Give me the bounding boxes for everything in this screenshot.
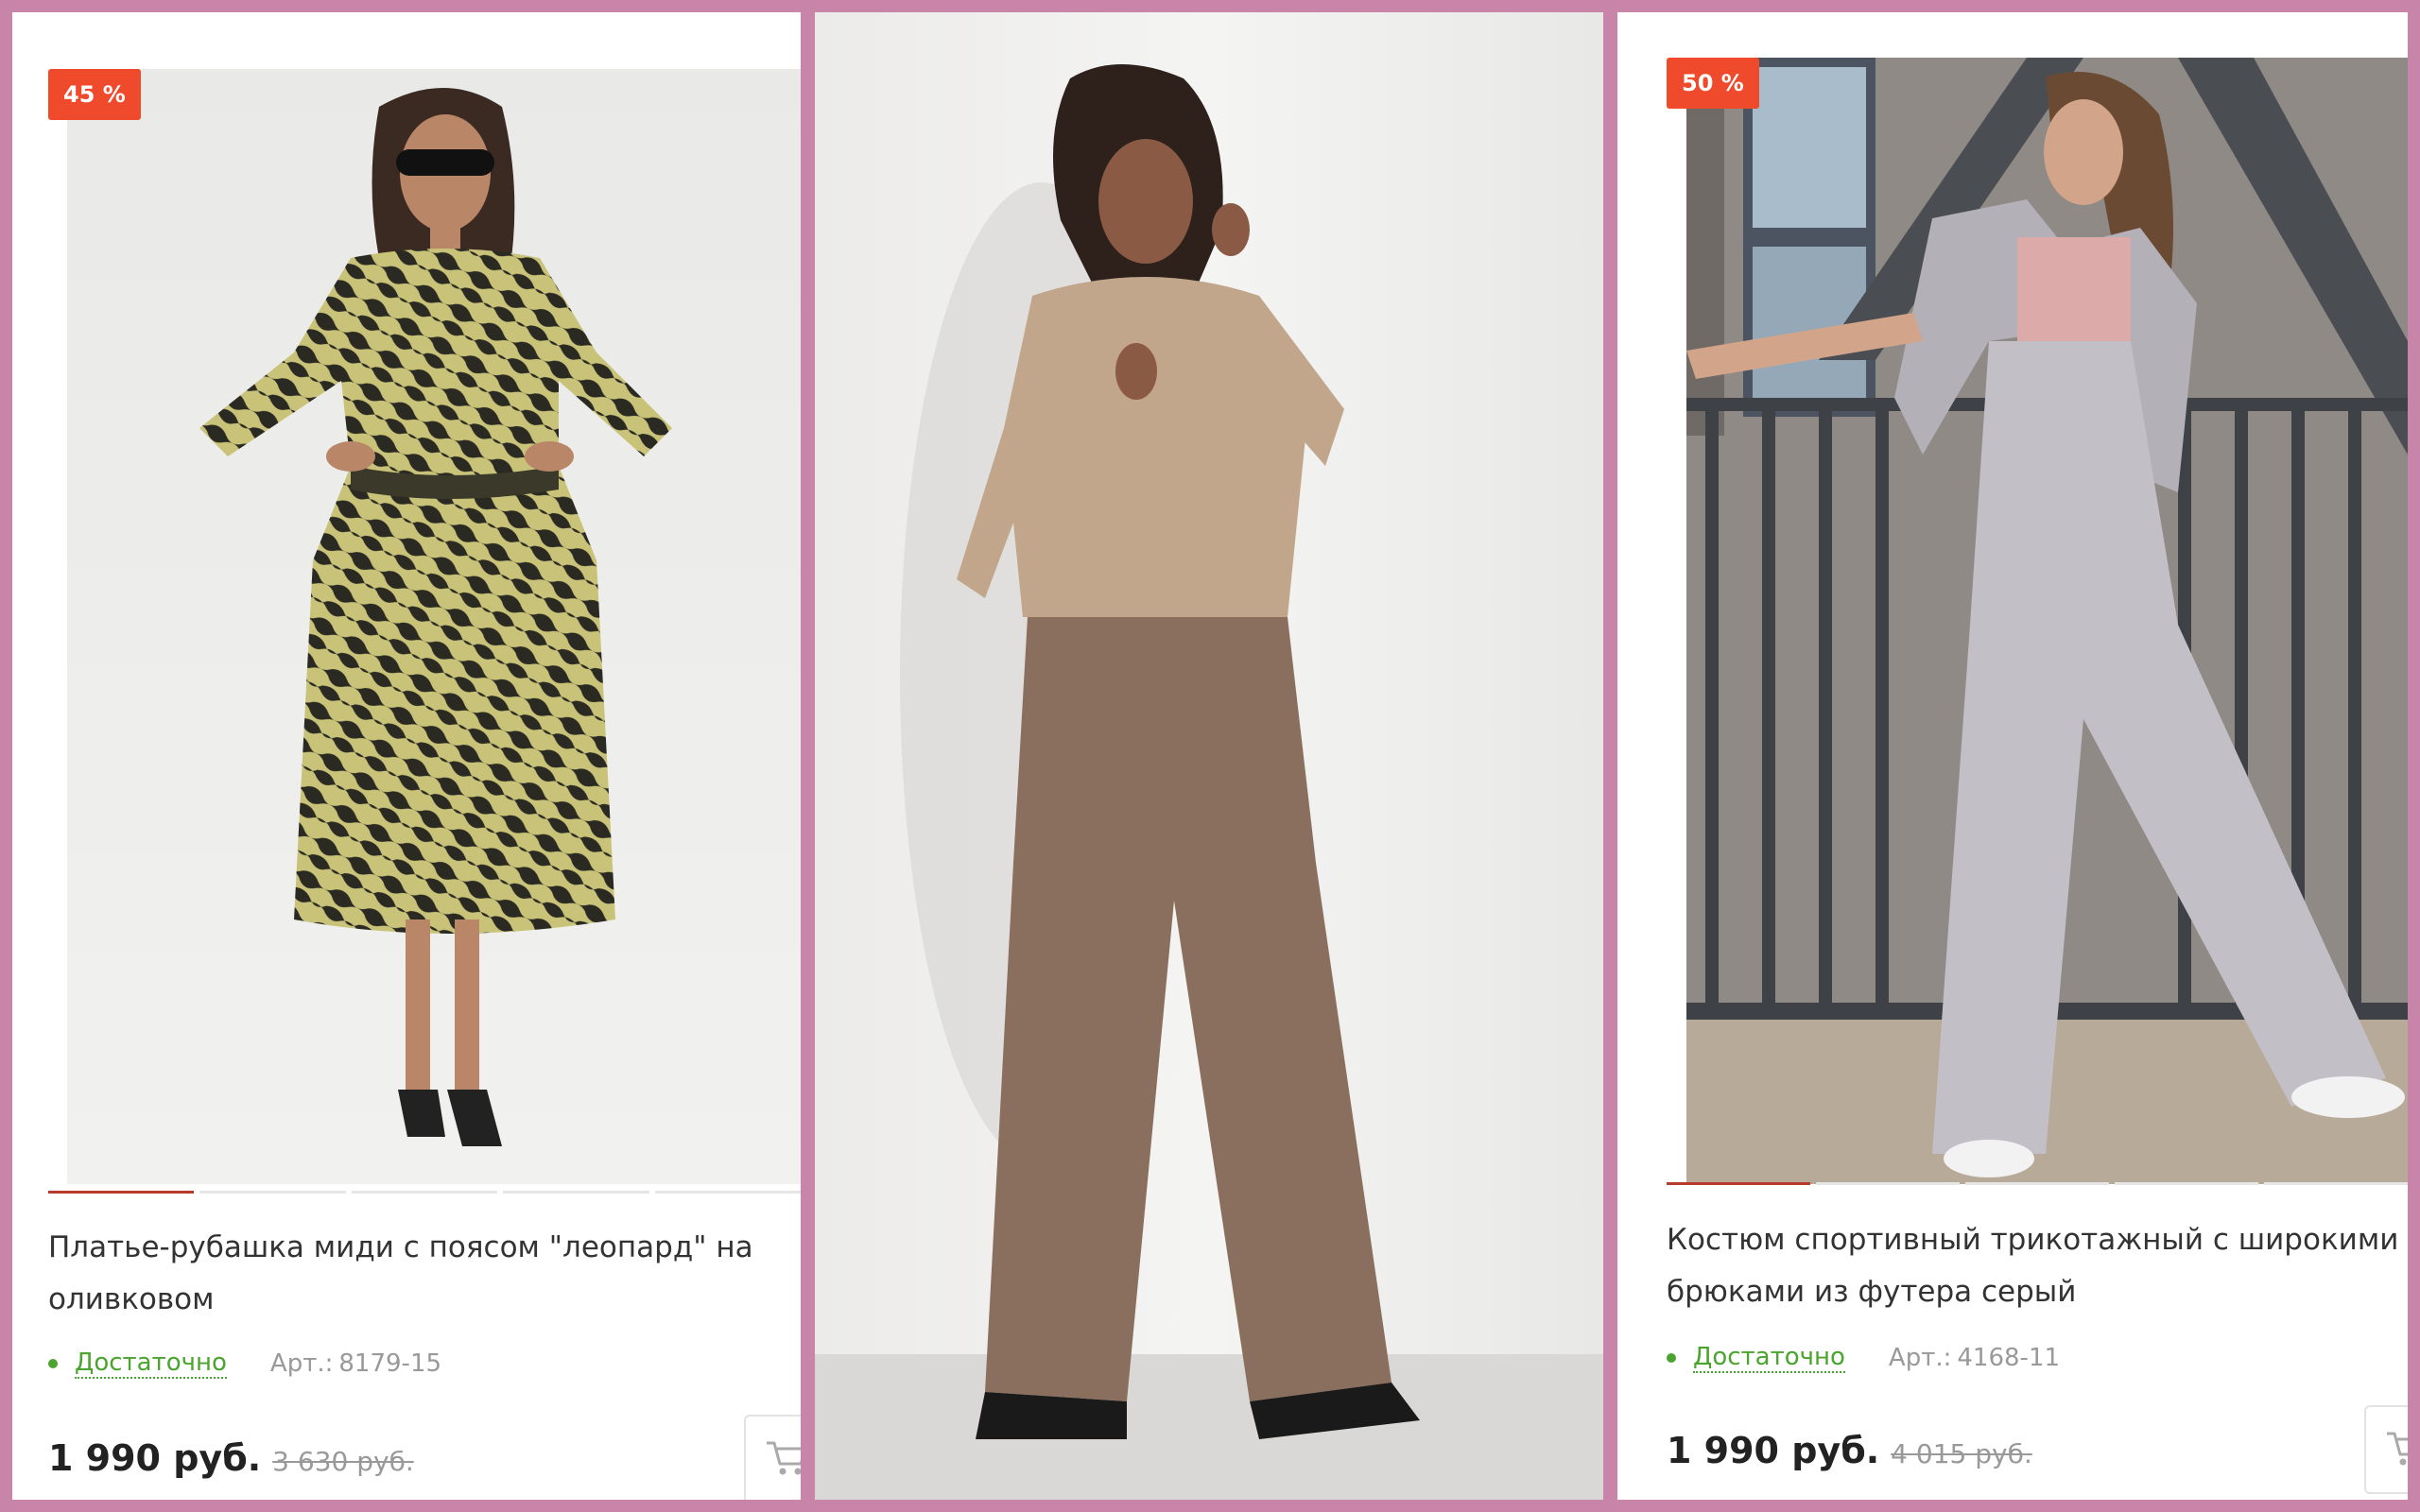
image-slider-indicator[interactable] xyxy=(1667,1182,2408,1185)
slide-dot[interactable] xyxy=(503,1191,649,1194)
cart-icon xyxy=(2387,1432,2408,1466)
product-photo-panel-2[interactable] xyxy=(815,12,1603,1500)
sweater-trousers-illustration xyxy=(815,12,1603,1500)
current-price: 1 990 руб. xyxy=(1667,1430,1880,1471)
product-card-1[interactable]: 45 % Платье-рубашка миди с поясом "леопа… xyxy=(12,12,801,1500)
slide-dot[interactable] xyxy=(654,1191,801,1194)
product-photo-3[interactable] xyxy=(1686,58,2408,1184)
current-price: 1 990 руб. xyxy=(48,1437,262,1479)
discount-badge: 45 % xyxy=(48,69,141,120)
product-title[interactable]: Костюм спортивный трикотажный с широкими… xyxy=(1667,1214,2408,1318)
article-label: Арт.: xyxy=(269,1349,334,1378)
slide-dot[interactable] xyxy=(351,1191,498,1194)
slide-dot[interactable] xyxy=(2115,1182,2258,1185)
article-number: 8179-15 xyxy=(338,1349,442,1378)
article-number: 4168-11 xyxy=(1957,1344,2061,1372)
availability-link[interactable]: Достаточно xyxy=(75,1349,227,1379)
old-price: 3 630 руб. xyxy=(272,1446,414,1477)
product-card-3[interactable]: 50 % Костюм спортивный трикотажный с шир… xyxy=(1617,12,2408,1500)
cart-icon xyxy=(767,1441,801,1475)
article-label: Арт.: xyxy=(1888,1344,1952,1372)
product-meta: Достаточно Арт.: 8179-15 xyxy=(48,1349,441,1379)
add-to-cart-button[interactable] xyxy=(744,1415,801,1500)
zebra-dress-illustration xyxy=(67,69,801,1184)
slide-dot[interactable] xyxy=(48,1191,195,1194)
price-row: 1 990 руб. 4 015 руб. xyxy=(1667,1430,2032,1471)
availability-dot-icon xyxy=(1667,1353,1676,1363)
slide-dot[interactable] xyxy=(2264,1182,2408,1185)
slide-dot[interactable] xyxy=(1965,1182,2109,1185)
product-photo-1[interactable] xyxy=(67,69,801,1184)
image-slider-indicator[interactable] xyxy=(48,1191,801,1194)
price-row: 1 990 руб. 3 630 руб. xyxy=(48,1437,414,1479)
discount-badge: 50 % xyxy=(1667,58,1759,109)
slide-dot[interactable] xyxy=(1667,1182,1810,1185)
product-meta: Достаточно Арт.: 4168-11 xyxy=(1667,1343,2060,1373)
add-to-cart-button[interactable] xyxy=(2364,1405,2408,1494)
slide-dot[interactable] xyxy=(1816,1182,1960,1185)
old-price: 4 015 руб. xyxy=(1891,1438,2032,1469)
product-title[interactable]: Платье-рубашка миди с поясом "леопард" н… xyxy=(48,1222,795,1326)
availability-link[interactable]: Достаточно xyxy=(1693,1343,1845,1373)
availability-dot-icon xyxy=(48,1359,58,1368)
slide-dot[interactable] xyxy=(199,1191,346,1194)
tracksuit-illustration xyxy=(1686,58,2408,1184)
